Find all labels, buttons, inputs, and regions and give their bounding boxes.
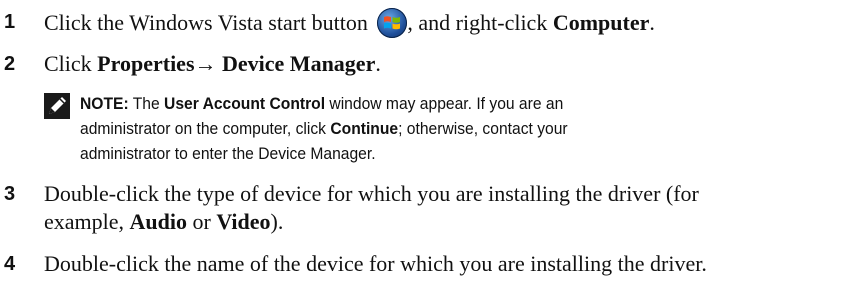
note-l1-b: window may appear. If you are an bbox=[325, 94, 564, 113]
note-label: NOTE: bbox=[80, 94, 129, 113]
step-2-text: Click Properties→ Device Manager. bbox=[44, 50, 381, 78]
step-2-bold-device-manager: Device Manager bbox=[216, 51, 376, 76]
step-2-arrow: → bbox=[194, 51, 217, 76]
step-1-number: 1 bbox=[4, 11, 16, 33]
step-2-text-a: Click bbox=[44, 51, 98, 76]
step-1-text-b: , and right-click bbox=[407, 10, 553, 35]
note-pencil-icon bbox=[44, 93, 70, 119]
step-3-number: 3 bbox=[4, 183, 16, 205]
step-3-line-1: Double-click the type of device for whic… bbox=[44, 181, 699, 206]
step-3-line-2-c: ). bbox=[270, 209, 284, 234]
step-1-text: Click the Windows Vista start button , a… bbox=[44, 8, 655, 38]
step-3-line-2: example, Audio or Video). bbox=[44, 208, 283, 236]
step-1-text-a: Click the Windows Vista start button bbox=[44, 10, 374, 35]
note-l1-a: The bbox=[128, 94, 165, 113]
note-bold-continue: Continue bbox=[330, 119, 399, 138]
note-l2-b: ; otherwise, contact your bbox=[398, 119, 568, 138]
step-2-number: 2 bbox=[4, 53, 16, 75]
step-3-bold-video: Video bbox=[216, 209, 271, 234]
note-line-1: NOTE: The User Account Control window ma… bbox=[80, 92, 563, 116]
step-2-bold-properties: Properties bbox=[97, 51, 195, 76]
windows-vista-start-icon bbox=[377, 8, 408, 38]
step-3-line-2-a: example, bbox=[44, 209, 130, 234]
note-line-2: administrator on the computer, click Con… bbox=[80, 117, 568, 141]
note-bold-user-account-control: User Account Control bbox=[164, 94, 326, 113]
step-1-bold-computer: Computer bbox=[552, 10, 650, 35]
step-3-line-2-b: or bbox=[187, 209, 217, 234]
step-2-text-b: . bbox=[375, 51, 381, 76]
note-line-3: administrator to enter the Device Manage… bbox=[80, 144, 376, 163]
note-l2-a: administrator on the computer, click bbox=[80, 119, 331, 138]
step-4-text: Double-click the name of the device for … bbox=[44, 251, 707, 276]
step-3-bold-audio: Audio bbox=[129, 209, 188, 234]
step-4-number: 4 bbox=[4, 253, 16, 275]
step-1-text-c: . bbox=[649, 10, 655, 35]
